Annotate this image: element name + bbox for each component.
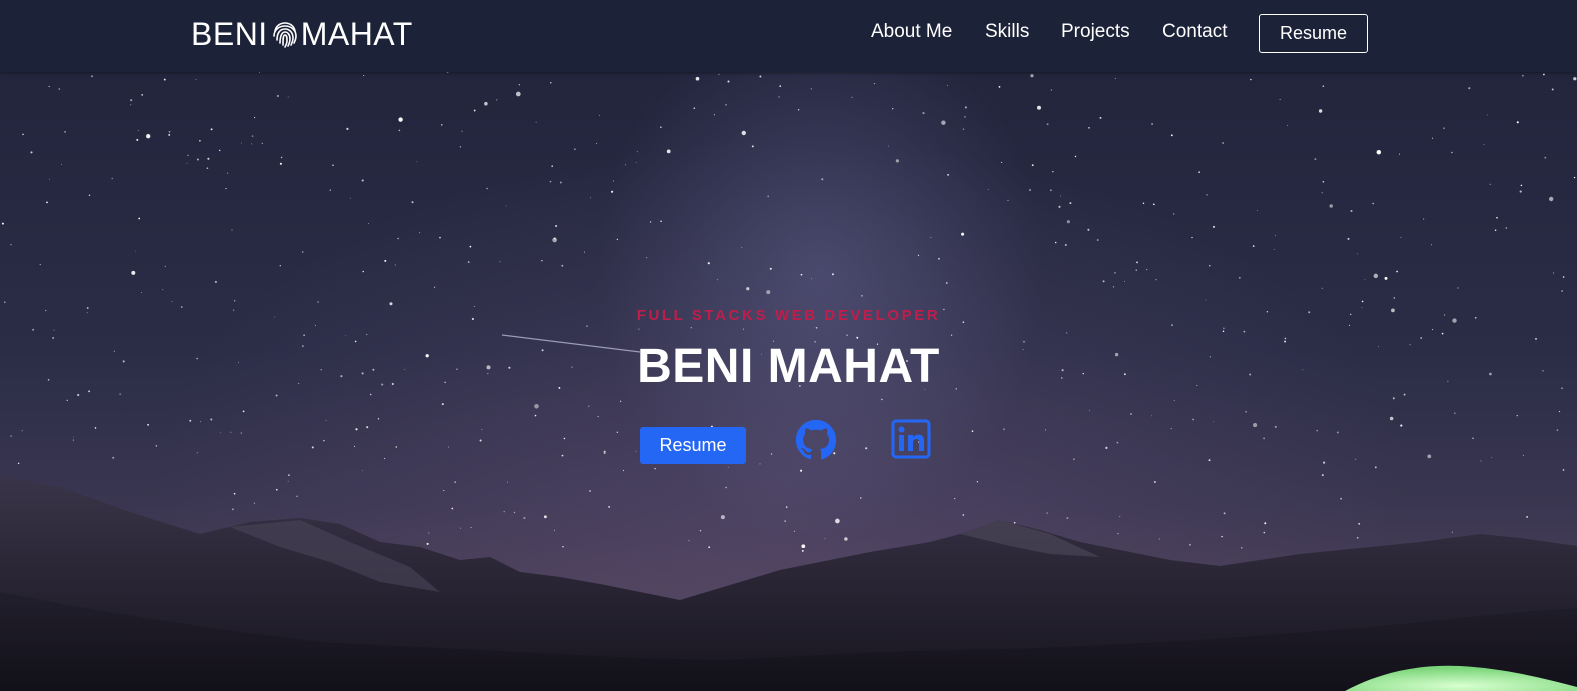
github-icon[interactable] [795, 419, 837, 461]
nav-link-projects[interactable]: Projects [1061, 21, 1130, 43]
hero-subtitle: FULL STACKS WEB DEVELOPER [636, 307, 941, 324]
navbar: BENI MAHAT About Me Skills Projects Cont… [0, 0, 1577, 72]
hero-title: BENI MAHAT [637, 340, 940, 393]
nav-link-skills[interactable]: Skills [985, 21, 1029, 43]
hero-resume-button[interactable]: Resume [640, 427, 746, 464]
linkedin-icon[interactable] [891, 419, 931, 459]
page: BENI MAHAT About Me Skills Projects Cont… [0, 0, 1577, 691]
nav-link-contact[interactable]: Contact [1162, 21, 1227, 43]
nav-resume-button[interactable]: Resume [1259, 14, 1368, 53]
nav-link-about-me[interactable]: About Me [871, 21, 952, 43]
